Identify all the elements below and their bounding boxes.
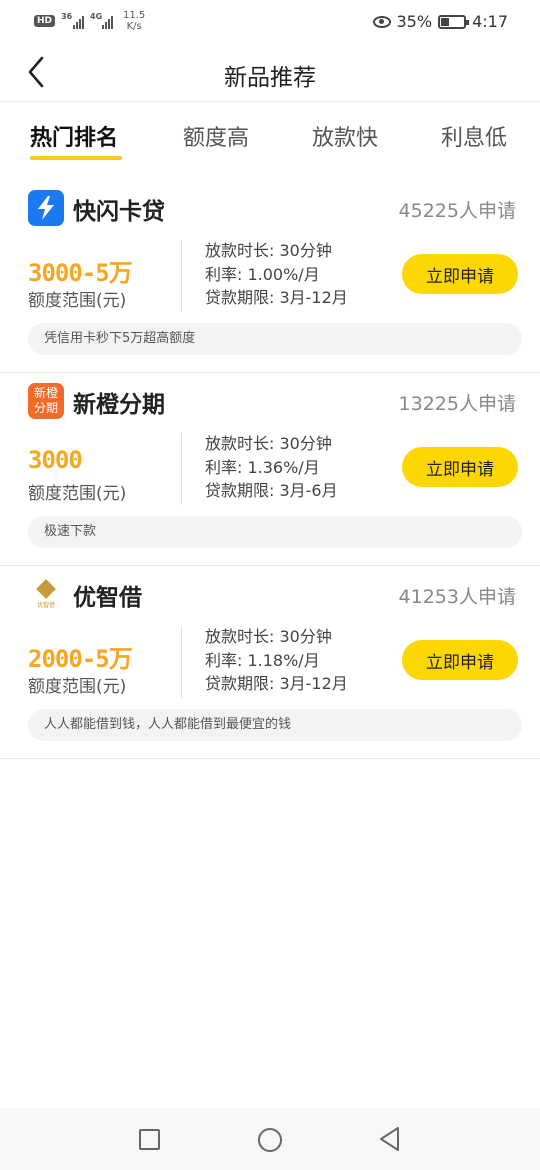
page-title: 新品推荐 bbox=[224, 65, 316, 91]
tab-high-limit[interactable]: 额度高 bbox=[183, 120, 249, 152]
status-right: 35% 4:17 bbox=[372, 12, 508, 31]
nav-bar: 新品推荐 bbox=[0, 44, 540, 102]
applicant-count: 13225人申请 bbox=[398, 393, 516, 415]
diamond-icon bbox=[36, 578, 56, 599]
product-note: 凭信用卡秒下5万超高额度 bbox=[28, 323, 522, 355]
loan-term: 贷款期限: 3月-6月 bbox=[205, 481, 338, 500]
clock: 4:17 bbox=[472, 12, 508, 31]
amount-range: 3000-5万 bbox=[28, 259, 133, 287]
hd-icon: HD bbox=[34, 15, 56, 27]
loan-term: 贷款期限: 3月-12月 bbox=[205, 674, 348, 693]
apply-now-button[interactable]: 立即申请 bbox=[402, 254, 518, 294]
applicant-count: 45225人申请 bbox=[398, 200, 516, 222]
apply-now-button[interactable]: 立即申请 bbox=[402, 447, 518, 487]
eye-comfort-icon bbox=[372, 15, 391, 28]
loan-time: 放款时长: 30分钟 bbox=[205, 434, 332, 453]
loan-details: 放款时长: 30分钟 利率: 1.00%/月 贷款期限: 3月-12月 bbox=[205, 239, 348, 310]
product-note: 人人都能借到钱，人人都能借到最便宜的钱 bbox=[28, 709, 522, 741]
loan-time: 放款时长: 30分钟 bbox=[205, 627, 332, 646]
amount-range: 2000-5万 bbox=[28, 645, 133, 673]
lightning-icon bbox=[38, 196, 54, 220]
battery-icon bbox=[438, 14, 470, 29]
divider bbox=[181, 433, 182, 505]
amount-label: 额度范围(元) bbox=[28, 484, 127, 504]
applicant-count: 41253人申请 bbox=[398, 586, 516, 608]
signal-icon-4g: 4G bbox=[90, 12, 114, 29]
battery-percent: 35% bbox=[396, 12, 433, 31]
divider bbox=[181, 240, 182, 312]
tab-bar: 热门排名 额度高 放款快 利息低 bbox=[0, 112, 540, 168]
active-tab-indicator bbox=[30, 156, 122, 160]
apply-now-button[interactable]: 立即申请 bbox=[402, 640, 518, 680]
interest-rate: 利率: 1.18%/月 bbox=[205, 650, 320, 670]
divider bbox=[181, 626, 182, 698]
back-triangle-icon[interactable] bbox=[378, 1126, 402, 1152]
product-logo: 新橙 分期 bbox=[28, 383, 64, 419]
loan-details: 放款时长: 30分钟 利率: 1.18%/月 贷款期限: 3月-12月 bbox=[205, 625, 348, 696]
product-logo bbox=[28, 190, 64, 226]
product-name: 新橙分期 bbox=[73, 392, 165, 418]
loan-time: 放款时长: 30分钟 bbox=[205, 241, 332, 260]
product-card[interactable]: 优智借 优智借 41253人申请 2000-5万 额度范围(元) 放款时长: 3… bbox=[0, 566, 540, 759]
signal-icon: 36 bbox=[61, 12, 85, 29]
system-nav-bar bbox=[0, 1108, 540, 1170]
network-speed: 11.5 K/s bbox=[123, 10, 146, 32]
tab-hot-ranking[interactable]: 热门排名 bbox=[30, 120, 118, 152]
product-logo: 优智借 bbox=[28, 576, 64, 612]
loan-details: 放款时长: 30分钟 利率: 1.36%/月 贷款期限: 3月-6月 bbox=[205, 432, 338, 503]
amount-label: 额度范围(元) bbox=[28, 291, 127, 311]
interest-rate: 利率: 1.36%/月 bbox=[205, 457, 320, 477]
amount-label: 额度范围(元) bbox=[28, 677, 127, 697]
loan-term: 贷款期限: 3月-12月 bbox=[205, 288, 348, 307]
tab-low-interest[interactable]: 利息低 bbox=[441, 120, 507, 152]
status-left: HD 36 4G 11.5 K/s bbox=[34, 10, 145, 32]
product-card[interactable]: 新橙 分期 新橙分期 13225人申请 3000 额度范围(元) 放款时长: 3… bbox=[0, 373, 540, 566]
tab-fast-loan[interactable]: 放款快 bbox=[312, 120, 378, 152]
interest-rate: 利率: 1.00%/月 bbox=[205, 264, 320, 284]
amount-range: 3000 bbox=[28, 446, 83, 474]
product-card[interactable]: 快闪卡贷 45225人申请 3000-5万 额度范围(元) 放款时长: 30分钟… bbox=[0, 180, 540, 373]
home-icon[interactable] bbox=[258, 1128, 282, 1152]
recent-apps-icon[interactable] bbox=[139, 1129, 160, 1150]
product-note: 极速下款 bbox=[28, 516, 522, 548]
status-bar: HD 36 4G 11.5 K/s 35% 4:17 bbox=[0, 0, 540, 44]
product-name: 快闪卡贷 bbox=[73, 199, 165, 225]
product-name: 优智借 bbox=[73, 585, 142, 611]
